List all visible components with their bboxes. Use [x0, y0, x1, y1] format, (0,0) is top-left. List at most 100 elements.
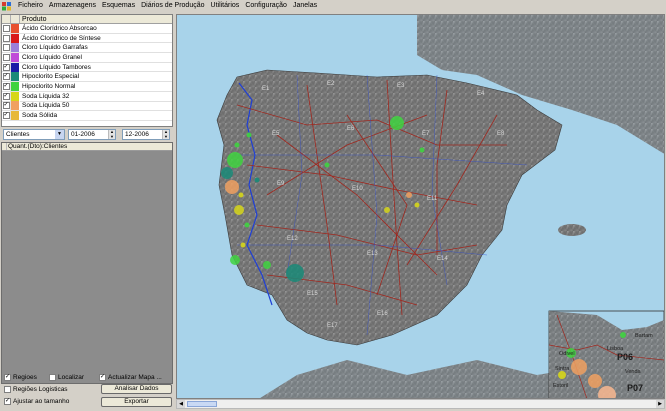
- product-header-label: Produto: [22, 16, 47, 23]
- region-label: E13: [367, 251, 378, 257]
- menu-esquemas[interactable]: Esquemas: [99, 1, 138, 11]
- product-row[interactable]: ✓ Hipoclorito Especial: [2, 72, 172, 83]
- localizar-checkbox[interactable]: Localizar: [49, 374, 84, 381]
- product-label: Cloro Líquido Garrafas: [22, 44, 88, 52]
- client-point[interactable]: [384, 207, 390, 213]
- product-check-cell[interactable]: ✓: [2, 81, 11, 91]
- client-point[interactable]: [263, 261, 271, 269]
- region-label: E4: [477, 91, 485, 97]
- client-point[interactable]: [414, 202, 420, 208]
- actualizar-checkbox[interactable]: ✓ Actualizar Mapa ...: [99, 374, 162, 381]
- product-check-cell[interactable]: ✓: [2, 101, 11, 111]
- client-point[interactable]: [240, 242, 246, 248]
- date-to-value: 12-2006: [125, 131, 149, 138]
- product-row[interactable]: Cloro Líquido Granel: [2, 52, 172, 63]
- product-row[interactable]: ✓ Soda Líquida 50: [2, 101, 172, 112]
- exportar-button[interactable]: Exportar: [101, 397, 172, 407]
- client-point[interactable]: [238, 192, 244, 198]
- regioes-checkbox[interactable]: ✓ Regioes: [4, 374, 37, 381]
- date-from-spinner[interactable]: 01-2006 ▲ ▼: [68, 129, 116, 140]
- product-checkbox[interactable]: ✓: [2, 73, 10, 81]
- menu-ficheiro[interactable]: Ficheiro: [15, 1, 46, 11]
- product-checkbox[interactable]: ✓: [2, 92, 10, 100]
- product-checkbox[interactable]: [2, 44, 10, 52]
- product-checkbox[interactable]: [2, 53, 10, 61]
- client-point[interactable]: [254, 177, 260, 183]
- region-label: E5: [272, 131, 280, 137]
- analisar-dados-button[interactable]: Analisar Dados: [101, 384, 172, 394]
- date-from-spin-icon[interactable]: ▲ ▼: [108, 129, 115, 139]
- product-check-cell[interactable]: [2, 33, 11, 43]
- ajustar-check-icon[interactable]: ✓: [4, 398, 11, 405]
- product-row[interactable]: ✓ Soda Líquida 32: [2, 91, 172, 102]
- localizar-check-icon[interactable]: [49, 374, 56, 381]
- map-horizontal-scrollbar[interactable]: ◀ ▶: [176, 399, 665, 409]
- product-label: Cloro Líquido Tambores: [22, 63, 91, 71]
- client-point[interactable]: [225, 180, 239, 194]
- map-view[interactable]: E1 E2 E3 E4 E5 E6 E7 E8 E9 E10 E11 E12 E13 E14 E15 E16 E…: [176, 14, 665, 399]
- product-label: Ácido Clorídrico de Síntese: [22, 34, 101, 42]
- product-table-header: Produto: [2, 15, 172, 24]
- menu-armazenagens[interactable]: Armazenagens: [46, 1, 99, 11]
- product-checkbox[interactable]: ✓: [2, 102, 10, 110]
- product-table: Produto Ácido Clorídrico Absorcao Ácido C…: [1, 14, 173, 127]
- ajustar-checkbox[interactable]: ✓ Ajustar ao tamanho: [4, 398, 69, 405]
- region-label: E9: [277, 181, 285, 187]
- product-label: Hipoclorito Normal: [22, 82, 76, 90]
- menu-utilitarios[interactable]: Utilitários: [208, 1, 243, 11]
- clients-header-label: Quant.(Dto):Clientes: [8, 143, 68, 150]
- product-row[interactable]: Ácido Clorídrico de Síntese: [2, 33, 172, 44]
- product-label: Cloro Líquido Granel: [22, 53, 82, 61]
- product-label: Soda Líquida 32: [22, 92, 70, 100]
- product-check-cell[interactable]: [2, 43, 11, 53]
- region-label: E7: [422, 131, 430, 137]
- menu-janelas[interactable]: Janelas: [290, 1, 320, 11]
- client-point[interactable]: [419, 147, 425, 153]
- scroll-left-icon[interactable]: ◀: [177, 400, 185, 408]
- product-check-cell[interactable]: ✓: [2, 72, 11, 82]
- client-point[interactable]: [230, 255, 240, 265]
- menu-diarios[interactable]: Diários de Produção: [138, 1, 207, 11]
- client-point[interactable]: [244, 222, 250, 228]
- client-point[interactable]: [390, 116, 404, 130]
- region-label: E1: [262, 86, 270, 92]
- product-checkbox[interactable]: ✓: [2, 63, 10, 71]
- menu-configuracao[interactable]: Configuração: [242, 1, 290, 11]
- client-point[interactable]: [406, 192, 412, 198]
- client-point[interactable]: [286, 264, 304, 282]
- product-check-cell[interactable]: [2, 23, 11, 33]
- client-point[interactable]: [221, 167, 233, 179]
- regioes-check-icon[interactable]: ✓: [4, 374, 11, 381]
- scroll-right-icon[interactable]: ▶: [656, 400, 664, 408]
- product-row[interactable]: Cloro Líquido Garrafas: [2, 43, 172, 54]
- region-label: E6: [347, 126, 355, 132]
- product-check-cell[interactable]: ✓: [2, 91, 11, 101]
- scroll-thumb[interactable]: [187, 401, 217, 407]
- chevron-down-icon[interactable]: ▼: [55, 130, 64, 139]
- clients-list[interactable]: Quant.(Dto):Clientes: [1, 142, 173, 384]
- product-row[interactable]: ✓ Soda Sólida: [2, 111, 172, 121]
- product-row[interactable]: ✓ Hipoclorito Normal: [2, 81, 172, 92]
- product-checkbox[interactable]: ✓: [2, 82, 10, 90]
- product-row[interactable]: Ácido Clorídrico Absorcao: [2, 23, 172, 34]
- client-point[interactable]: [227, 152, 243, 168]
- iberia-map[interactable]: E1 E2 E3 E4 E5 E6 E7 E8 E9 E10 E11 E12 E13 E14 E15 E16 E…: [177, 15, 665, 399]
- product-check-cell[interactable]: [2, 52, 11, 62]
- actualizar-check-icon[interactable]: ✓: [99, 374, 106, 381]
- product-checkbox[interactable]: [2, 24, 10, 32]
- client-point[interactable]: [324, 162, 330, 168]
- product-check-cell[interactable]: ✓: [2, 111, 11, 121]
- client-point[interactable]: [234, 142, 240, 148]
- product-check-cell[interactable]: ✓: [2, 62, 11, 72]
- product-checkbox[interactable]: ✓: [2, 112, 10, 120]
- type-select[interactable]: Clientes ▼: [3, 129, 65, 140]
- client-point[interactable]: [246, 132, 252, 138]
- date-to-spinner[interactable]: 12-2006 ▲ ▼: [122, 129, 170, 140]
- product-row[interactable]: ✓ Cloro Líquido Tambores: [2, 62, 172, 73]
- product-checkbox[interactable]: [2, 34, 10, 42]
- regioes-logisticas-check-icon[interactable]: [4, 386, 11, 393]
- regioes-logisticas-checkbox[interactable]: Regiões Logisticas: [4, 386, 68, 393]
- date-to-spin-icon[interactable]: ▲ ▼: [162, 129, 169, 139]
- client-point[interactable]: [234, 205, 244, 215]
- lisbon-inset[interactable]: P06 P07 Bartam Sintra Estoril Odivel Venda Lisb…: [548, 310, 664, 399]
